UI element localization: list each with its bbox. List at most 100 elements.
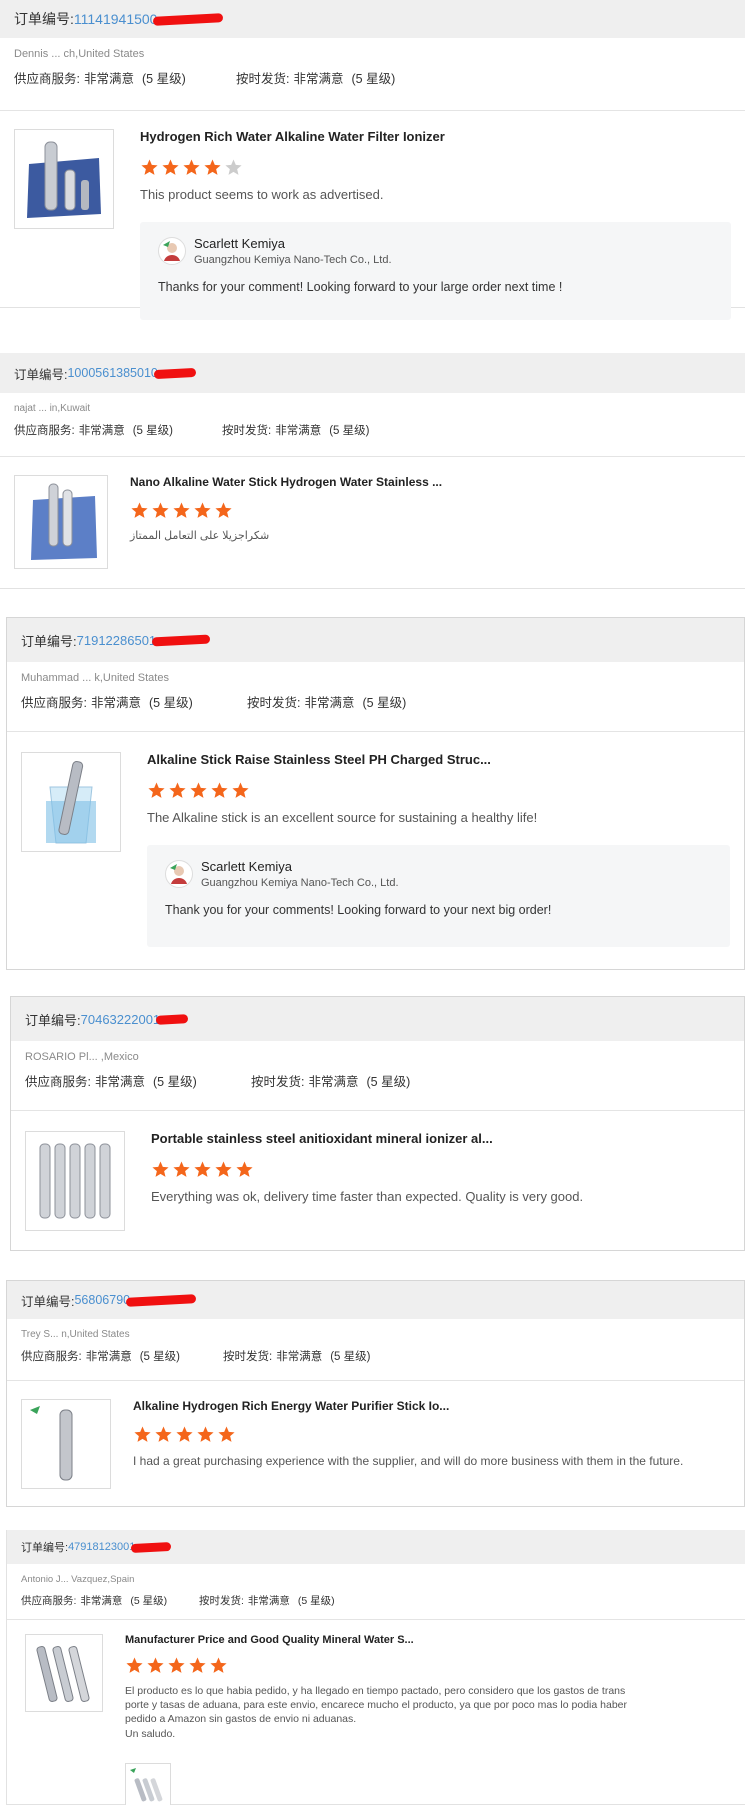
supplier-service-label: 供应商服务: <box>21 696 87 710</box>
on-time-label: 按时发货: <box>251 1075 305 1089</box>
supplier-company: Guangzhou Kemiya Nano-Tech Co., Ltd. <box>194 253 392 266</box>
star-filled-icon <box>169 782 186 798</box>
star-filled-icon <box>126 1657 143 1673</box>
star-filled-icon <box>204 159 221 175</box>
order-number-label: 订单编号: <box>21 1542 69 1554</box>
star-filled-icon <box>183 159 200 175</box>
supplier-ratings: 供应商服务: 非常满意 (5 星级) 按时发货: 非常满意 (5 星级) <box>21 1348 730 1364</box>
product-thumbnail[interactable] <box>25 1634 103 1712</box>
redaction-mark <box>153 367 197 379</box>
buyer-name: Dennis ... ch,United States <box>14 48 145 60</box>
product-title[interactable]: Hydrogen Rich Water Alkaline Water Filte… <box>140 129 731 144</box>
review-comment: The Alkaline stick is an excellent sourc… <box>147 810 538 825</box>
order-number-label: 订单编号: <box>14 367 68 382</box>
star-filled-icon <box>190 782 207 798</box>
attached-photo[interactable] <box>125 1762 171 1805</box>
product-title[interactable]: Alkaline Hydrogen Rich Energy Water Puri… <box>133 1399 730 1413</box>
order-number-label: 订单编号: <box>21 633 77 649</box>
order-number-link[interactable]: 11141941500 <box>74 11 158 27</box>
supplier-ratings: 供应商服务: 非常满意 (5 星级) 按时发货: 非常满意 (5 星级) <box>14 68 731 87</box>
supplier-service-value: 非常满意 <box>94 1075 145 1089</box>
supplier-service-label: 供应商服务: <box>14 425 75 437</box>
product-title[interactable]: Manufacturer Price and Good Quality Mine… <box>125 1634 731 1646</box>
order-header: 订单编号: 56806790 <box>7 1281 744 1319</box>
star-filled-icon <box>162 159 179 175</box>
water-stick-image <box>31 483 97 560</box>
product-thumbnail[interactable] <box>21 752 121 852</box>
supplier-ratings: 供应商服务: 非常满意 (5 星级) 按时发货: 非常满意 (5 星级) <box>14 422 731 438</box>
redaction-mark <box>125 1293 197 1307</box>
product-title[interactable]: Portable stainless steel anitioxidant mi… <box>151 1131 730 1146</box>
redaction-mark <box>155 1013 189 1025</box>
star-filled-icon <box>173 502 190 518</box>
star-filled-icon <box>218 1426 235 1442</box>
alkaline-stick-glass-image <box>46 760 96 844</box>
buyer-info: ROSARIO Pl... ,Mexico 供应商服务: 非常满意 (5 星级) 按… <box>11 1041 744 1111</box>
product-row: Portable stainless steel anitioxidant mi… <box>11 1111 744 1231</box>
supplier-reply: Scarlett Kemiya Guangzhou Kemiya Nano-Te… <box>147 844 730 947</box>
on-time-value: 非常满意 <box>304 696 355 710</box>
supplier-name: Scarlett Kemiya <box>194 235 286 251</box>
review-comment: This product seems to work as advertised… <box>140 187 384 202</box>
on-time-level: (5 星级) <box>330 1351 371 1363</box>
review-card-2: 订单编号: 1000561385010 najat ... in,Kuwait … <box>0 353 745 589</box>
buyer-info: najat ... in,Kuwait 供应商服务: 非常满意 (5 星级) 按时发… <box>0 393 745 457</box>
on-time-value: 非常满意 <box>247 1595 290 1607</box>
order-header: 订单编号: 47918123001 <box>7 1530 745 1564</box>
supplier-service-label: 供应商服务: <box>21 1595 77 1607</box>
star-filled-icon <box>189 1657 206 1673</box>
review-comment: Everything was ok, delivery time faster … <box>151 1189 584 1204</box>
star-filled-icon <box>155 1426 172 1442</box>
on-time-value: 非常满意 <box>275 425 322 437</box>
on-time-level: (5 星级) <box>362 696 407 710</box>
on-time-label: 按时发货: <box>247 696 301 710</box>
star-filled-icon <box>215 1161 232 1177</box>
star-filled-icon <box>152 502 169 518</box>
star-empty-icon <box>225 159 242 175</box>
buyer-info: Trey S... n,United States 供应商服务: 非常满意 (5 星… <box>7 1319 744 1381</box>
supplier-ratings: 供应商服务: 非常满意 (5 星级) 按时发货: 非常满意 (5 星级) <box>21 692 730 711</box>
product-thumbnail[interactable] <box>14 475 108 569</box>
buyer-info: Dennis ... ch,United States 供应商服务: 非常满意 (5… <box>0 38 745 111</box>
supplier-service-level: (5 星级) <box>130 1595 168 1607</box>
supplier-service-value: 非常满意 <box>85 1351 132 1363</box>
order-number-link[interactable]: 71912286501 <box>77 633 157 648</box>
supplier-ratings: 供应商服务: 非常满意 (5 星级) 按时发货: 非常满意 (5 星级) <box>25 1071 730 1090</box>
on-time-label: 按时发货: <box>223 1351 273 1363</box>
product-title[interactable]: Alkaline Stick Raise Stainless Steel PH … <box>147 752 730 767</box>
order-header: 订单编号: 1000561385010 <box>0 353 745 393</box>
mineral-ionizer-sticks-image <box>39 1143 111 1219</box>
star-filled-icon <box>147 1657 164 1673</box>
order-number-link[interactable]: 56806790 <box>74 1293 130 1307</box>
product-thumbnail[interactable] <box>21 1399 111 1489</box>
star-rating <box>140 158 731 176</box>
on-time-level: (5 星级) <box>329 425 370 437</box>
on-time-value: 非常满意 <box>276 1351 323 1363</box>
star-rating <box>151 1160 730 1178</box>
buyer-info: Antonio J... Vazquez,Spain 供应商服务: 非常满意 (5 … <box>7 1564 745 1620</box>
product-thumbnail[interactable] <box>14 129 114 229</box>
supplier-service-level: (5 星级) <box>132 425 173 437</box>
on-time-level: (5 星级) <box>366 1075 411 1089</box>
order-header: 订单编号: 70463222001 <box>11 997 744 1041</box>
order-number-link[interactable]: 70463222001 <box>81 1012 161 1027</box>
buyer-info: Muhammad ... k,United States 供应商服务: 非常满意 (… <box>7 662 744 732</box>
order-number-link[interactable]: 47918123001 <box>68 1541 135 1553</box>
reply-text: Thank you for your comments! Looking for… <box>165 902 552 917</box>
redaction-mark <box>131 1541 172 1553</box>
product-thumbnail[interactable] <box>25 1131 125 1231</box>
buyer-name: Muhammad ... k,United States <box>21 672 169 684</box>
order-number-link[interactable]: 1000561385010 <box>67 366 157 380</box>
supplier-service-label: 供应商服务: <box>14 72 80 86</box>
buyer-name: ROSARIO Pl... ,Mexico <box>25 1051 139 1063</box>
star-filled-icon <box>176 1426 193 1442</box>
product-title[interactable]: Nano Alkaline Water Stick Hydrogen Water… <box>130 475 731 489</box>
filter-ionizer-image <box>27 141 101 218</box>
on-time-level: (5 星级) <box>351 72 396 86</box>
star-filled-icon <box>194 1161 211 1177</box>
star-rating <box>125 1656 731 1674</box>
product-row: Alkaline Hydrogen Rich Energy Water Puri… <box>7 1381 744 1489</box>
supplier-service-level: (5 星级) <box>142 72 186 86</box>
review-photo-image <box>130 1767 163 1802</box>
product-row: Manufacturer Price and Good Quality Mine… <box>7 1620 745 1805</box>
